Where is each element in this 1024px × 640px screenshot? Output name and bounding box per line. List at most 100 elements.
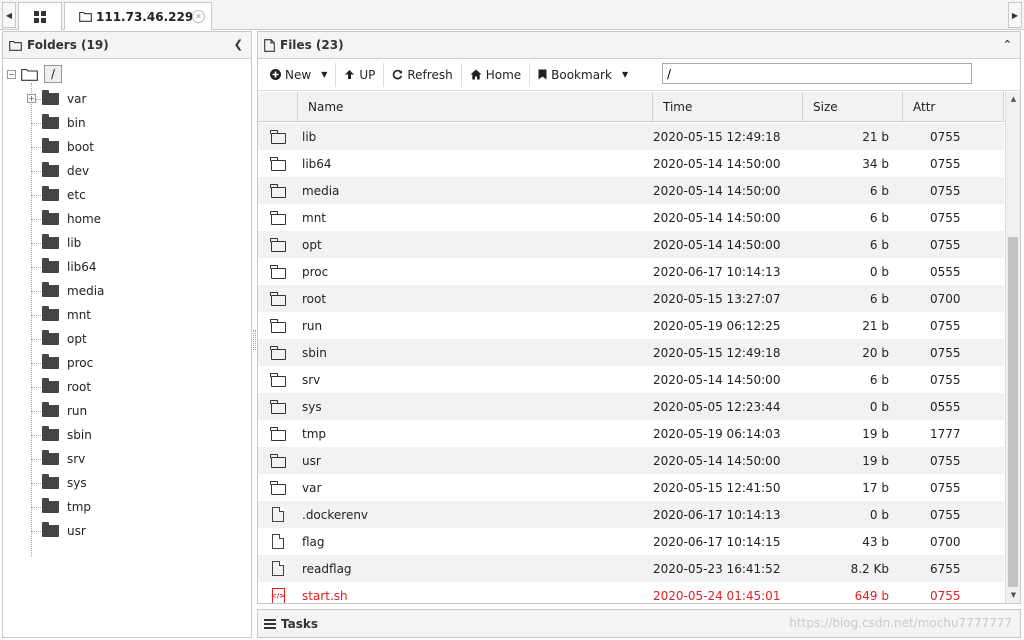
collapse-up-icon[interactable]: ⌃ xyxy=(1003,38,1012,51)
new-button[interactable]: New ▼ xyxy=(262,63,336,87)
row-attr-cell: 0755 xyxy=(893,130,973,144)
table-row[interactable]: opt2020-05-14 14:50:006 b0755 xyxy=(258,231,1004,258)
tree-item[interactable]: lib xyxy=(31,233,81,253)
folder-icon xyxy=(42,141,59,153)
tree-item[interactable]: sys xyxy=(31,473,87,493)
table-row[interactable]: media2020-05-14 14:50:006 b0755 xyxy=(258,177,1004,204)
table-row[interactable]: </>start.sh2020-05-24 01:45:01649 b0755 xyxy=(258,582,1004,603)
tree-item[interactable]: run xyxy=(31,401,87,421)
tree-connector xyxy=(31,267,41,268)
tree-connector xyxy=(31,147,41,148)
row-icon-cell xyxy=(258,427,298,441)
tree-item-label: usr xyxy=(67,524,86,538)
table-row[interactable]: srv2020-05-14 14:50:006 b0755 xyxy=(258,366,1004,393)
collapse-left-icon[interactable]: ❮ xyxy=(234,38,243,51)
folder-icon xyxy=(42,93,59,105)
tree-item-label: bin xyxy=(67,116,86,130)
scroll-up-icon[interactable]: ▲ xyxy=(1006,92,1021,107)
host-tab[interactable]: 111.73.46.229 ✕ xyxy=(64,2,212,30)
table-row[interactable]: usr2020-05-14 14:50:0019 b0755 xyxy=(258,447,1004,474)
folder-icon xyxy=(271,376,286,387)
tree-item[interactable]: etc xyxy=(31,185,86,205)
tree-item-label: srv xyxy=(67,452,85,466)
row-attr-cell: 0755 xyxy=(893,589,973,603)
grid-tab[interactable] xyxy=(18,2,62,30)
row-attr-cell: 0755 xyxy=(893,481,973,495)
tree-item[interactable]: mnt xyxy=(31,305,91,325)
vertical-scrollbar[interactable]: ▲ ▼ xyxy=(1005,92,1020,603)
folders-panel-title: Folders (19) xyxy=(27,38,109,52)
bookmark-button[interactable]: Bookmark ▼ xyxy=(530,63,636,87)
tree-item[interactable]: bin xyxy=(31,113,86,133)
tree-root[interactable]: − / xyxy=(7,65,62,83)
collapse-icon[interactable]: − xyxy=(7,70,16,79)
row-size-cell: 21 b xyxy=(803,130,893,144)
folder-icon xyxy=(9,40,22,51)
tree-item[interactable]: srv xyxy=(31,449,85,469)
table-row[interactable]: tmp2020-05-19 06:14:0319 b1777 xyxy=(258,420,1004,447)
close-icon[interactable]: ✕ xyxy=(192,10,205,23)
row-icon-cell xyxy=(258,507,298,522)
tree-item[interactable]: home xyxy=(31,209,101,229)
tree-item[interactable]: sbin xyxy=(31,425,92,445)
tree-root-label[interactable]: / xyxy=(44,65,62,83)
chevron-down-icon: ▼ xyxy=(622,70,628,79)
table-row[interactable]: lib2020-05-15 12:49:1821 b0755 xyxy=(258,123,1004,150)
attr-column-header[interactable]: Attr xyxy=(903,92,1004,122)
tree-item[interactable]: tmp xyxy=(31,497,91,517)
table-row[interactable]: .dockerenv2020-06-17 10:14:130 b0755 xyxy=(258,501,1004,528)
scroll-down-icon[interactable]: ▼ xyxy=(1006,588,1021,603)
row-time-cell: 2020-05-19 06:14:03 xyxy=(653,427,803,441)
tree-item-label: run xyxy=(67,404,87,418)
tree-item[interactable]: root xyxy=(31,377,91,397)
row-attr-cell: 1777 xyxy=(893,427,973,441)
tasks-panel-title: Tasks xyxy=(281,617,318,631)
row-attr-cell: 0555 xyxy=(893,400,973,414)
home-button[interactable]: Home xyxy=(462,63,530,87)
time-column-header[interactable]: Time xyxy=(653,92,803,122)
chevron-down-icon: ▼ xyxy=(321,70,327,79)
tree-item[interactable]: media xyxy=(31,281,104,301)
size-column-header[interactable]: Size xyxy=(803,92,903,122)
tree-item-label: lib64 xyxy=(67,260,97,274)
tree-item[interactable]: dev xyxy=(31,161,89,181)
expand-icon[interactable]: + xyxy=(27,94,36,103)
tree-item[interactable]: proc xyxy=(31,353,93,373)
tree-item[interactable]: opt xyxy=(31,329,87,349)
table-row[interactable]: mnt2020-05-14 14:50:006 b0755 xyxy=(258,204,1004,231)
refresh-button[interactable]: Refresh xyxy=(384,63,461,87)
scrollbar-thumb[interactable] xyxy=(1008,237,1018,587)
folder-icon xyxy=(271,160,286,171)
tree-item[interactable]: boot xyxy=(31,137,94,157)
row-icon-cell xyxy=(258,211,298,225)
tree-item[interactable]: lib64 xyxy=(31,257,97,277)
table-row[interactable]: lib642020-05-14 14:50:0034 b0755 xyxy=(258,150,1004,177)
icon-column-header xyxy=(258,92,298,122)
tab-scroll-right-button[interactable]: ▶ xyxy=(1008,2,1022,28)
folder-icon xyxy=(21,68,38,81)
table-row[interactable]: var2020-05-15 12:41:5017 b0755 xyxy=(258,474,1004,501)
table-row[interactable]: sbin2020-05-15 12:49:1820 b0755 xyxy=(258,339,1004,366)
refresh-button-label: Refresh xyxy=(407,68,452,82)
code-file-icon: </> xyxy=(272,588,285,604)
table-row[interactable]: flag2020-06-17 10:14:1543 b0700 xyxy=(258,528,1004,555)
path-input[interactable] xyxy=(662,63,972,84)
tree-item[interactable]: +var xyxy=(31,89,86,109)
table-row[interactable]: run2020-05-19 06:12:2521 b0755 xyxy=(258,312,1004,339)
table-row[interactable]: root2020-05-15 13:27:076 b0700 xyxy=(258,285,1004,312)
files-panel: Files (23) ⌃ New ▼ UP Refresh Ho xyxy=(257,31,1021,604)
table-row[interactable]: readflag2020-05-23 16:41:528.2 Kb6755 xyxy=(258,555,1004,582)
row-size-cell: 19 b xyxy=(803,427,893,441)
table-row[interactable]: sys2020-05-05 12:23:440 b0555 xyxy=(258,393,1004,420)
table-row[interactable]: proc2020-06-17 10:14:130 b0555 xyxy=(258,258,1004,285)
up-button[interactable]: UP xyxy=(336,63,384,87)
tab-scroll-left-button[interactable]: ◀ xyxy=(2,2,16,28)
panel-splitter[interactable] xyxy=(253,330,256,350)
arrow-up-icon xyxy=(344,69,355,80)
file-icon xyxy=(272,534,284,549)
file-toolbar: New ▼ UP Refresh Home Bookmark ▼ xyxy=(258,59,1020,91)
name-column-header[interactable]: Name xyxy=(298,92,653,122)
tree-item[interactable]: usr xyxy=(31,521,86,541)
row-name-cell: .dockerenv xyxy=(298,508,653,522)
row-icon-cell xyxy=(258,481,298,495)
